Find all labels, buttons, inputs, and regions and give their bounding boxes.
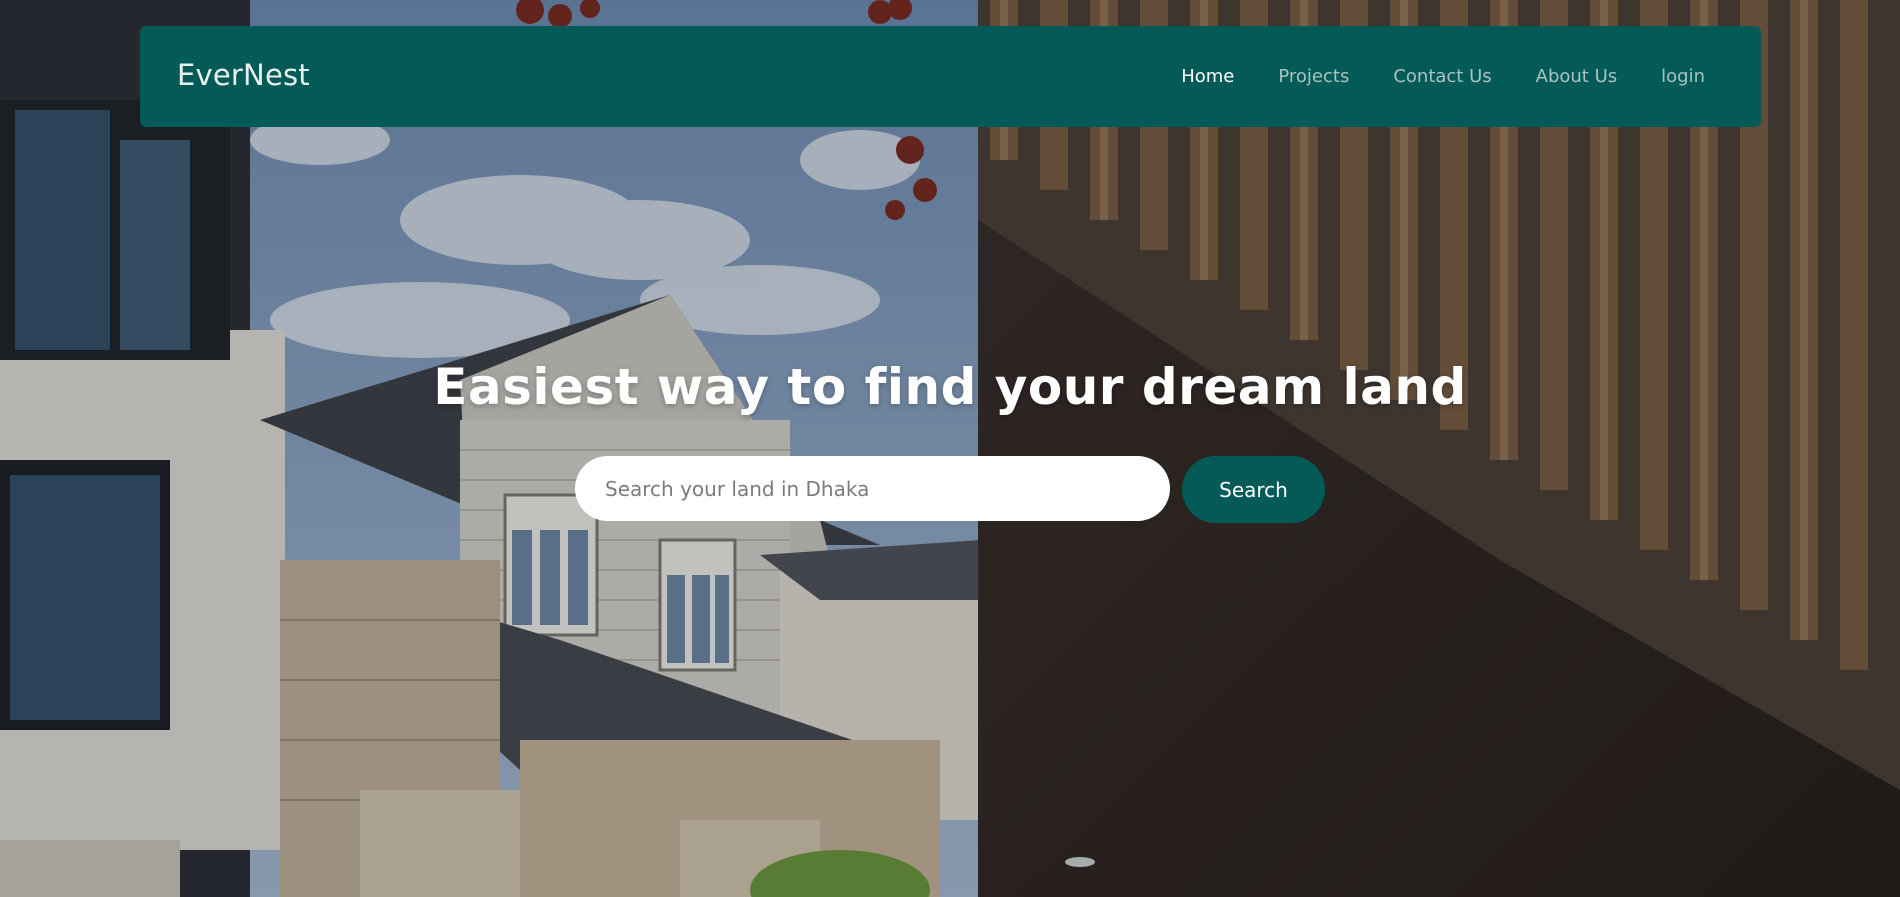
top-navbar: EverNest Home Projects Contact Us About …: [140, 26, 1761, 127]
search-input[interactable]: [575, 456, 1170, 521]
nav-about-us[interactable]: About Us: [1536, 66, 1618, 87]
hero-dark-overlay: [0, 0, 1900, 897]
nav-projects[interactable]: Projects: [1278, 66, 1349, 87]
brand-logo[interactable]: EverNest: [177, 58, 310, 92]
main-nav: Home Projects Contact Us About Us login: [1137, 66, 1705, 87]
hero-title: Easiest way to find your dream land: [433, 358, 1467, 416]
nav-home[interactable]: Home: [1181, 66, 1234, 87]
nav-login[interactable]: login: [1661, 66, 1705, 87]
search-button[interactable]: Search: [1182, 456, 1325, 523]
nav-contact-us[interactable]: Contact Us: [1393, 66, 1491, 87]
